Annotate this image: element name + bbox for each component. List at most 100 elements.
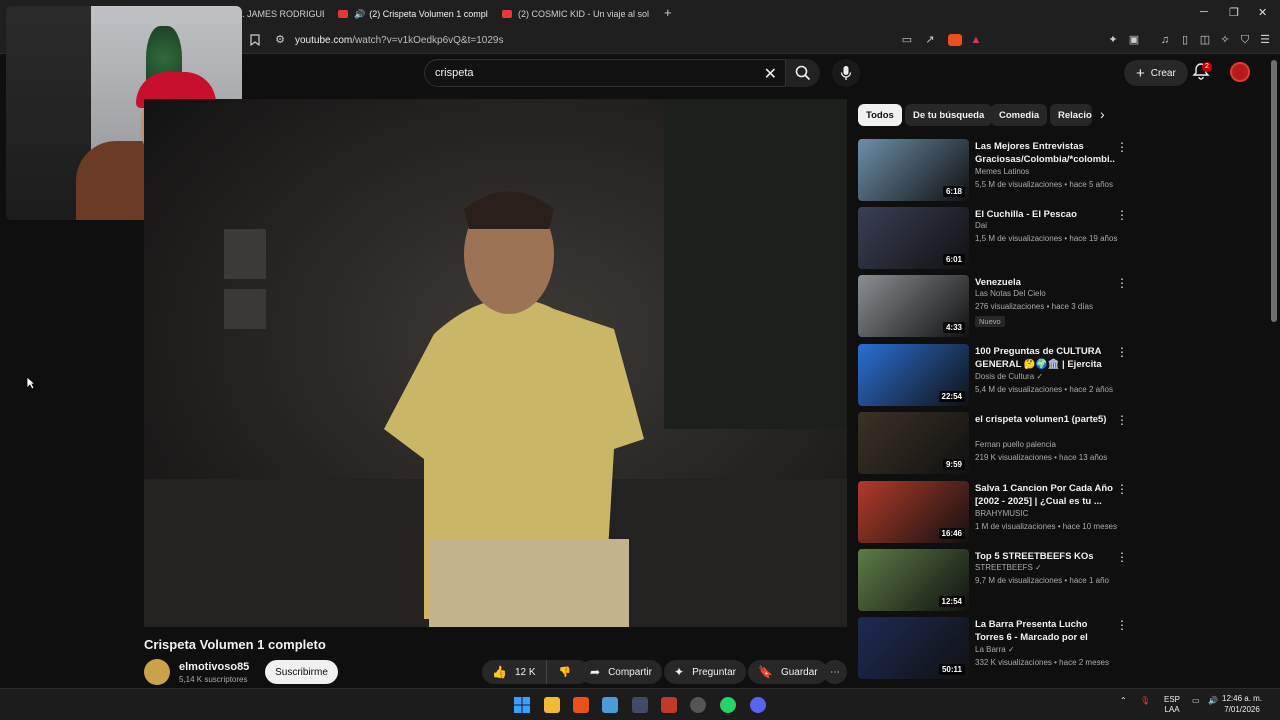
more-vertical-icon[interactable]: ⋮ — [1116, 277, 1128, 289]
video-thumbnail[interactable]: 6:18 — [858, 139, 969, 201]
leo-ai-icon[interactable]: ✧ — [1219, 34, 1231, 46]
close-window-icon[interactable]: ✕ — [1258, 6, 1267, 19]
more-vertical-icon[interactable]: ⋮ — [1116, 619, 1128, 631]
related-video-title[interactable]: 100 Preguntas de CULTURA GENERAL 🤔🌍🏛️ | … — [975, 345, 1115, 371]
related-video-title[interactable]: Las Mejores Entrevistas Graciosas/Colomb… — [975, 140, 1115, 166]
related-channel-name[interactable]: La Barra ✓ — [975, 645, 1015, 654]
video-thumbnail[interactable]: 4:33 — [858, 275, 969, 337]
related-video-title[interactable]: Venezuela — [975, 276, 1115, 289]
page-scrollbar[interactable] — [1271, 60, 1277, 322]
related-video-title[interactable]: El Cuchilla - El Pescao — [975, 208, 1115, 221]
video-thumbnail[interactable]: 6:01 — [858, 207, 969, 269]
video-thumbnail[interactable]: 22:54 — [858, 344, 969, 406]
brave-shield-icon[interactable] — [948, 34, 962, 46]
new-tab-button[interactable]: + — [664, 5, 672, 20]
brave-browser-icon[interactable] — [573, 697, 589, 713]
tab-crispeta[interactable]: 🔊 (2) Crispeta Volumen 1 compl ✕ — [338, 4, 488, 24]
more-vertical-icon[interactable]: ⋮ — [1116, 346, 1128, 358]
system-clock[interactable]: 12:46 a. m. 7/01/2026 — [1222, 693, 1262, 715]
video-thumbnail[interactable]: 50:11 — [858, 617, 969, 679]
related-channel-name[interactable]: Las Notas Del Cielo — [975, 289, 1046, 298]
related-video-item[interactable]: 16:46 Salva 1 Cancion Por Cada Año [2002 … — [858, 481, 1138, 547]
related-video-item[interactable]: 50:11 La Barra Presenta Lucho Torres 6 - … — [858, 617, 1138, 683]
more-vertical-icon[interactable]: ⋮ — [1116, 414, 1128, 426]
media-icon[interactable]: ♫ — [1159, 34, 1171, 46]
more-vertical-icon[interactable]: ⋮ — [1116, 209, 1128, 221]
voice-search-button[interactable] — [832, 59, 860, 87]
menu-icon[interactable]: ☰ — [1259, 34, 1271, 46]
more-vertical-icon[interactable]: ⋮ — [1116, 483, 1128, 495]
microsoft-store-icon[interactable] — [602, 697, 618, 713]
related-video-title[interactable]: Top 5 STREETBEEFS KOs — [975, 550, 1115, 563]
discord-icon[interactable] — [750, 697, 766, 713]
account-avatar[interactable] — [1230, 62, 1250, 82]
chip-from-search[interactable]: De tu búsqueda — [905, 104, 993, 126]
more-actions-button[interactable]: ⋯ — [823, 660, 847, 684]
tab-cosmic-kid[interactable]: (2) COSMIC KID - Un viaje al sol - You — [502, 4, 652, 24]
network-icon[interactable]: ▭ — [1192, 696, 1200, 705]
related-channel-name[interactable]: Dai — [975, 221, 987, 230]
subscribe-button[interactable]: Suscribirme — [265, 660, 338, 684]
cast-icon[interactable]: ▭ — [901, 34, 913, 46]
chevron-right-icon[interactable]: › — [1100, 106, 1105, 122]
channel-name[interactable]: elmotivoso85 — [179, 661, 249, 673]
maximize-icon[interactable]: ❐ — [1229, 6, 1239, 19]
sidebar-icon[interactable]: ▯ — [1179, 34, 1191, 46]
related-channel-name[interactable]: Memes Latinos — [975, 167, 1029, 176]
whatsapp-icon[interactable] — [720, 697, 736, 713]
wallet-icon[interactable]: ◫ — [1199, 34, 1211, 46]
app-icon[interactable] — [661, 697, 677, 713]
like-button[interactable]: 👍 12 K — [482, 660, 547, 684]
vpn-icon[interactable]: ⛉ — [1239, 34, 1251, 46]
input-language[interactable]: ESP LAA — [1164, 695, 1180, 715]
minimize-icon[interactable]: ─ — [1200, 6, 1208, 18]
related-video-item[interactable]: 4:33 Venezuela Las Notas Del Cielo 276 visu… — [858, 275, 1138, 341]
chip-comedy[interactable]: Comedia — [991, 104, 1048, 126]
more-vertical-icon[interactable]: ⋮ — [1116, 141, 1128, 153]
file-explorer-icon[interactable] — [544, 697, 560, 713]
related-video-item[interactable]: 6:18 Las Mejores Entrevistas Graciosas/Co… — [858, 139, 1138, 205]
chip-related[interactable]: Relacio — [1050, 104, 1092, 126]
url-field[interactable]: youtube.com/watch?v=v1kOedkp6vQ&t=1029s — [295, 35, 503, 46]
video-thumbnail[interactable]: 16:46 — [858, 481, 969, 543]
video-thumbnail[interactable]: 9:59 — [858, 412, 969, 474]
dislike-button[interactable]: 👎 — [547, 667, 583, 678]
game-icon[interactable] — [632, 697, 648, 713]
related-video-title[interactable]: el crispeta volumen1 (parte5) — [975, 413, 1115, 426]
related-channel-name[interactable]: STREETBEEFS ✓ — [975, 563, 1042, 572]
related-channel-name[interactable]: Fernan puello palencia — [975, 440, 1056, 449]
related-video-item[interactable]: 12:54 Top 5 STREETBEEFS KOs STREETBEEFS ✓ 9… — [858, 549, 1138, 615]
chip-all[interactable]: Todos — [858, 104, 902, 126]
related-video-item[interactable]: 6:01 El Cuchilla - El Pescao Dai 1,5 M de v… — [858, 207, 1138, 273]
create-button[interactable]: + Crear — [1124, 60, 1188, 86]
related-video-title[interactable]: Salva 1 Cancion Por Cada Año [2002 - 202… — [975, 482, 1115, 508]
video-thumbnail[interactable]: 12:54 — [858, 549, 969, 611]
video-player[interactable] — [144, 99, 847, 627]
related-video-item[interactable]: 9:59 el crispeta volumen1 (parte5) Fernan … — [858, 412, 1138, 478]
screenshot-icon[interactable]: ▣ — [1128, 34, 1140, 46]
channel-avatar[interactable] — [144, 659, 170, 685]
site-settings-icon[interactable]: ⚙ — [274, 34, 286, 46]
search-button[interactable] — [786, 59, 820, 87]
windows-start-icon[interactable] — [514, 697, 530, 713]
related-video-item[interactable]: 22:54 100 Preguntas de CULTURA GENERAL 🤔🌍… — [858, 344, 1138, 410]
more-vertical-icon[interactable]: ⋮ — [1116, 551, 1128, 563]
related-channel-name[interactable]: Dosis de Cultura ✓ — [975, 372, 1043, 381]
related-channel-name[interactable]: BRAHYMUSIC — [975, 509, 1028, 518]
ask-button[interactable]: ✦ Preguntar — [664, 660, 746, 684]
save-button[interactable]: 🔖 Guardar — [748, 660, 828, 684]
chevron-up-icon[interactable]: ⌃ — [1120, 696, 1127, 705]
related-video-title[interactable]: La Barra Presenta Lucho Torres 6 - Marca… — [975, 618, 1115, 644]
sparkle-icon: ✦ — [674, 665, 685, 679]
search-input[interactable]: crispeta ✕ — [424, 59, 786, 87]
microphone-tray-icon[interactable]: 🎙 — [1140, 696, 1150, 705]
bookmark-icon[interactable] — [249, 34, 261, 47]
share-button[interactable]: ➦ Compartir — [580, 660, 662, 684]
steam-icon[interactable] — [690, 697, 706, 713]
share-icon[interactable]: ↗ — [924, 34, 936, 46]
brave-rewards-icon[interactable]: ▲ — [970, 34, 982, 46]
extensions-icon[interactable]: ✦ — [1107, 34, 1119, 46]
tab-james-rodriguez[interactable]: S. JAMES RODRIGUEZ — [236, 4, 324, 24]
clear-search-icon[interactable]: ✕ — [764, 64, 777, 84]
volume-icon[interactable]: 🔊 — [1208, 696, 1218, 705]
